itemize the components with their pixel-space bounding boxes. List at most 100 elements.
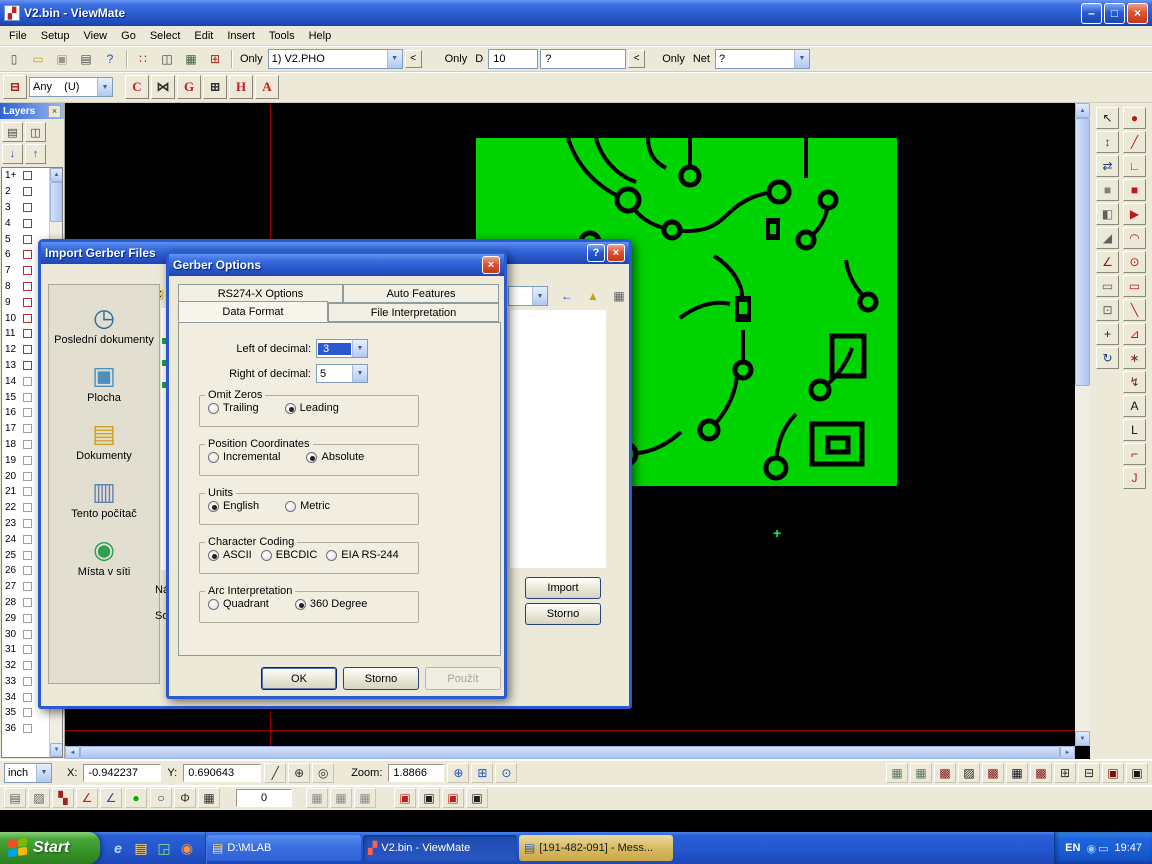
only-net-toggle[interactable]: Only — [659, 52, 688, 66]
import-button[interactable]: Import — [525, 577, 601, 599]
gerber-close-button[interactable]: × — [482, 256, 500, 274]
draw-route-icon[interactable]: ▶ — [1123, 203, 1146, 225]
radio-eia-rs-244[interactable]: EIA RS-244 — [326, 549, 398, 561]
active-dcode-field[interactable]: 0 — [236, 789, 292, 807]
hatch-icon[interactable]: ▨ — [28, 788, 50, 808]
scroll-down-icon[interactable]: ▼ — [50, 743, 63, 757]
layer-visibility-icon[interactable]: ◫ — [25, 122, 46, 142]
layer-copy-icon[interactable]: ⇄ — [1096, 155, 1119, 177]
new-file-icon[interactable]: ▯ — [3, 49, 25, 69]
layer-row-2[interactable]: 2 — [2, 184, 49, 200]
zoom-window-icon[interactable]: ⊞ — [471, 763, 493, 783]
menu-view[interactable]: View — [76, 28, 114, 44]
pad-red-icon[interactable]: ▣ — [394, 788, 416, 808]
swap-apertures-icon[interactable]: ⋈ — [151, 75, 175, 99]
up-folder-icon[interactable]: ▲ — [583, 286, 603, 306]
draw-circle-icon[interactable]: ⊙ — [1123, 251, 1146, 273]
desktop-icon[interactable]: ◲ — [155, 839, 173, 857]
slant-icon[interactable]: ◢ — [1096, 227, 1119, 249]
scrollbar-thumb[interactable] — [50, 182, 63, 222]
x-coordinate-field[interactable]: -0.942237 — [83, 764, 161, 782]
layer-color-box[interactable] — [23, 345, 32, 354]
dropdown-arrow-icon[interactable]: ▼ — [387, 50, 402, 68]
layer-color-box[interactable] — [23, 724, 32, 733]
scroll-left-icon[interactable]: ◄ — [65, 746, 80, 759]
views-icon[interactable]: ▦ — [609, 286, 629, 306]
layer-color-box[interactable] — [23, 314, 32, 323]
layer-color-box[interactable] — [23, 187, 32, 196]
tab-file-interpretation[interactable]: File Interpretation — [328, 303, 499, 322]
move-icon[interactable]: + — [1096, 323, 1119, 345]
dropdown-arrow-icon[interactable]: ▼ — [97, 78, 112, 96]
order-swap-icon[interactable]: ↕ — [1096, 131, 1119, 153]
layer-row-3[interactable]: 3 — [2, 200, 49, 216]
dcode-query-input[interactable]: ? — [540, 49, 626, 69]
right-of-decimal-select[interactable]: 5 ▼ — [316, 364, 368, 383]
dialog-help-button[interactable]: ? — [587, 244, 605, 262]
diagonal-measure-icon[interactable]: ╱ — [264, 763, 286, 783]
j-tool-icon[interactable]: J — [1123, 467, 1146, 489]
l-tool-icon[interactable]: L — [1123, 419, 1146, 441]
save-icon[interactable]: ▣ — [51, 49, 73, 69]
dropdown-arrow-icon[interactable]: ▼ — [532, 287, 547, 305]
menu-help[interactable]: Help — [302, 28, 339, 44]
radio-trailing[interactable]: Trailing — [208, 402, 259, 414]
layer-color-box[interactable] — [23, 472, 32, 481]
scroll-down-icon[interactable]: ▼ — [1075, 731, 1090, 746]
layer-color-box[interactable] — [23, 219, 32, 228]
tab-auto-features[interactable]: Auto Features — [343, 284, 499, 303]
draw-star-icon[interactable]: ∗ — [1123, 347, 1146, 369]
dropdown-arrow-icon[interactable]: ▼ — [794, 50, 809, 68]
firefox-icon[interactable]: ◉ — [178, 839, 196, 857]
minimize-button[interactable]: – — [1081, 3, 1102, 24]
radio-incremental[interactable]: Incremental — [208, 451, 280, 463]
horizontal-scrollbar[interactable]: ◄ ► — [65, 746, 1075, 759]
place-network[interactable]: ◉Místa v síti — [53, 537, 155, 578]
layer-color-box[interactable] — [23, 393, 32, 402]
dcode-input[interactable]: 10 — [488, 49, 538, 69]
radio-metric[interactable]: Metric — [285, 500, 330, 512]
dot-grid-icon-1[interactable]: ▦ — [306, 788, 328, 808]
layer-color-box[interactable] — [23, 377, 32, 386]
pad-dark2-icon[interactable]: ▣ — [466, 788, 488, 808]
birdseye-icon[interactable]: ⊞ — [204, 49, 226, 69]
help-select-icon[interactable]: ? — [99, 49, 121, 69]
layer-color-box[interactable] — [23, 424, 32, 433]
place-desktop[interactable]: ▣Plocha — [53, 363, 155, 404]
mirror-icon[interactable]: ◧ — [1096, 203, 1119, 225]
region-icon[interactable]: ⊡ — [1096, 299, 1119, 321]
hook-tool-icon[interactable]: ⌐ — [1123, 443, 1146, 465]
only-dcode-toggle[interactable]: Only — [442, 52, 471, 66]
radio-absolute[interactable]: Absolute — [306, 451, 364, 463]
layer-color-box[interactable] — [23, 361, 32, 370]
radio-leading[interactable]: Leading — [285, 402, 339, 414]
layer-color-box[interactable] — [23, 171, 32, 180]
filled-square-icon[interactable]: ■ — [1096, 179, 1119, 201]
draw-diagonal-icon[interactable]: ╲ — [1123, 299, 1146, 321]
import-cancel-button[interactable]: Storno — [525, 603, 601, 625]
menu-file[interactable]: File — [2, 28, 34, 44]
tab-data-format[interactable]: Data Format — [178, 301, 328, 322]
layer-color-box[interactable] — [23, 487, 32, 496]
explorer-icon[interactable]: ▤ — [132, 839, 150, 857]
task-message[interactable]: ▤[191-482-091] - Mess... — [519, 835, 673, 861]
text-tool-icon[interactable]: A — [1123, 395, 1146, 417]
task-viewmate[interactable]: ▞V2.bin - ViewMate — [363, 835, 517, 861]
dropdown-arrow-icon[interactable]: ▼ — [352, 365, 367, 382]
layer-color-box[interactable] — [23, 551, 32, 560]
language-bar-icon[interactable]: ◉ — [1086, 842, 1096, 855]
angle-red-icon[interactable]: ∠ — [76, 788, 98, 808]
only-file-toggle[interactable]: Only — [237, 52, 266, 66]
scroll-right-icon[interactable]: ► — [1060, 746, 1075, 759]
layers-close-icon[interactable]: × — [48, 105, 61, 118]
layer-color-box[interactable] — [23, 535, 32, 544]
layer-color-box[interactable] — [23, 645, 32, 654]
tray-display-icon[interactable]: ▭ — [1098, 842, 1108, 855]
film-list-icon[interactable]: ▤ — [4, 788, 26, 808]
radio-english[interactable]: English — [208, 500, 259, 512]
pad-red2-icon[interactable]: ▣ — [442, 788, 464, 808]
vertical-scrollbar[interactable]: ▲ ▼ — [1075, 103, 1090, 746]
left-of-decimal-select[interactable]: 3 ▼ — [316, 339, 368, 358]
draw-corner-icon[interactable]: ∟ — [1123, 155, 1146, 177]
layer-color-box[interactable] — [23, 235, 32, 244]
